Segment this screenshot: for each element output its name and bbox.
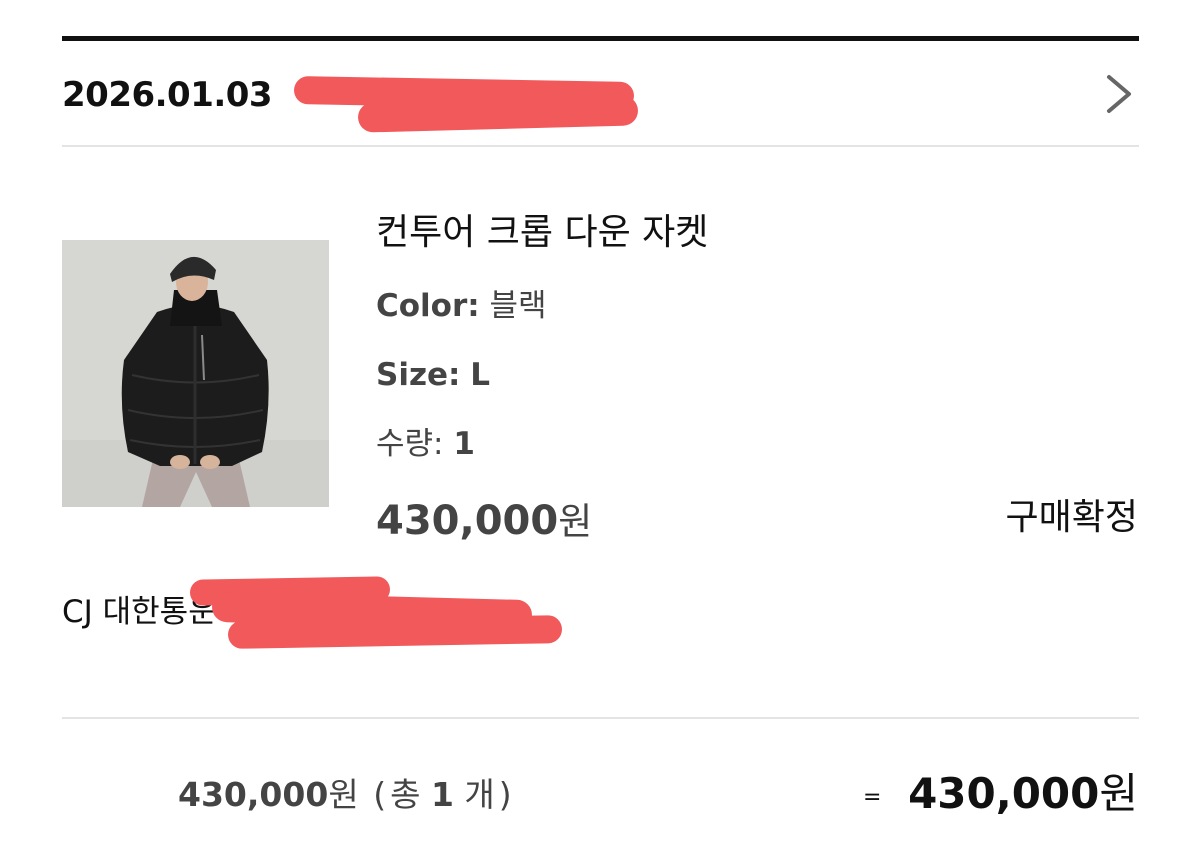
size-label: Size: [376, 357, 461, 393]
redaction-mark [357, 95, 639, 133]
size-option: Size: L [376, 356, 490, 394]
quantity-label: 수량: [376, 426, 444, 462]
order-subtotal: 430,000원 (총 1 개) [178, 774, 516, 816]
total-number: 430,000 [908, 769, 1100, 818]
divider [62, 145, 1139, 147]
size-value: L [470, 357, 491, 393]
equals-sign: = [863, 785, 882, 810]
color-value: 블랙 [489, 288, 547, 324]
order-status: 구매확정 [1005, 497, 1138, 538]
chevron-right-icon[interactable] [1099, 71, 1139, 117]
item-price: 430,000원 [376, 496, 592, 547]
count-suffix: 개 [464, 775, 495, 814]
divider [62, 717, 1139, 719]
product-image[interactable] [62, 240, 329, 507]
product-name[interactable]: 컨투어 크롭 다운 자켓 [376, 210, 708, 256]
count-number: 1 [430, 775, 454, 814]
color-label: Color: [376, 288, 480, 324]
order-date: 2026.01.03 [62, 75, 273, 115]
redaction-mark [227, 615, 563, 649]
color-option: Color: 블랙 [376, 287, 547, 325]
order-header[interactable]: 2026.01.03 [62, 41, 1139, 145]
item-price-number: 430,000 [376, 498, 559, 544]
quantity-option: 수량: 1 [376, 425, 475, 463]
subtotal-number: 430,000 [178, 775, 329, 814]
item-price-unit: 원 [558, 500, 593, 543]
subtotal-unit: 원 [328, 775, 359, 814]
paren-close: ) [498, 775, 512, 814]
total-unit: 원 [1099, 769, 1138, 818]
quantity-value: 1 [453, 426, 475, 462]
count-prefix: 총 [390, 775, 421, 814]
paren-open: ( [373, 775, 387, 814]
order-total: 430,000원 [908, 768, 1138, 820]
